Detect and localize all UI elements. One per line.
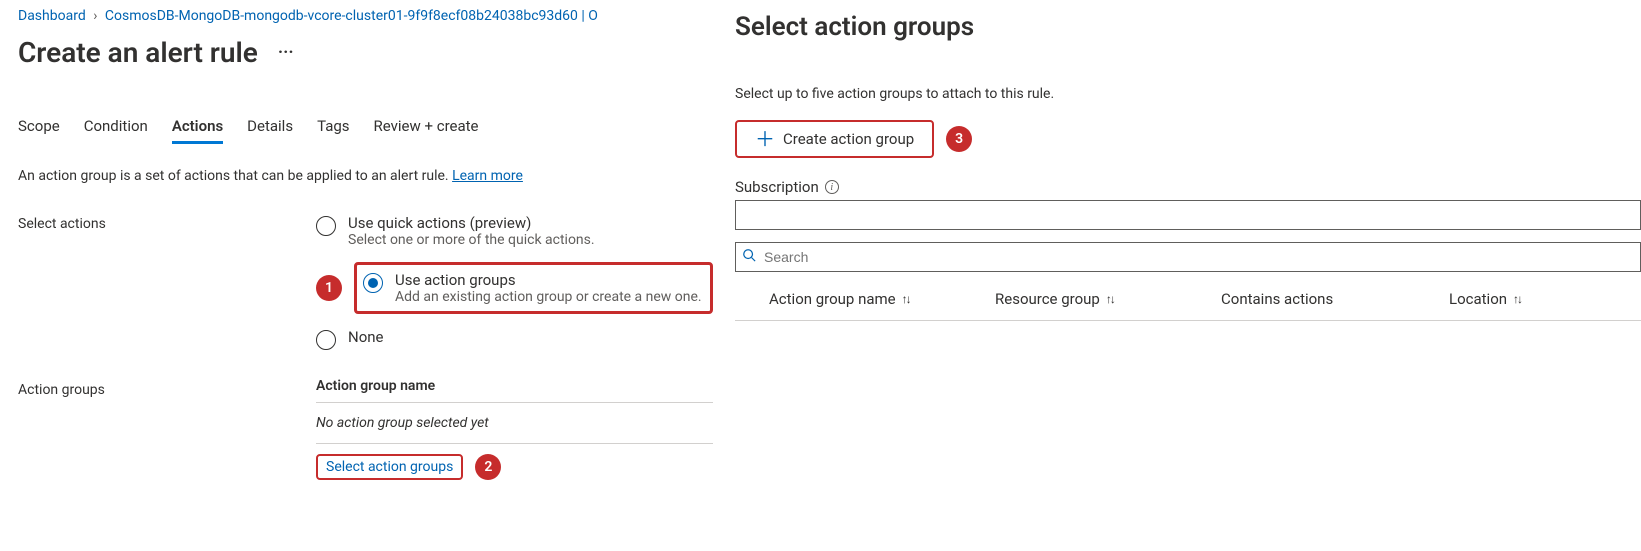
select-actions-label: Select actions <box>18 214 316 232</box>
radio-sub: Select one or more of the quick actions. <box>348 232 595 248</box>
subscription-dropdown[interactable] <box>735 200 1641 230</box>
radio-title: Use action groups <box>395 271 702 289</box>
action-groups-label: Action groups <box>18 378 316 480</box>
subscription-label: Subscription i <box>735 178 1641 196</box>
page-title-text: Create an alert rule <box>18 36 258 69</box>
tab-details[interactable]: Details <box>247 117 293 144</box>
action-group-name-header: Action group name <box>316 378 713 403</box>
col-contains-actions[interactable]: Contains actions <box>1221 290 1449 308</box>
radio-use-action-groups[interactable]: Use action groups Add an existing action… <box>363 271 702 305</box>
breadcrumb-dashboard[interactable]: Dashboard <box>18 8 86 24</box>
info-icon[interactable]: i <box>825 180 839 194</box>
radio-title: None <box>348 328 384 346</box>
search-box[interactable] <box>735 242 1641 272</box>
breadcrumb: Dashboard › CosmosDB-MongoDB-mongodb-vco… <box>18 8 713 24</box>
breadcrumb-separator: › <box>93 8 97 24</box>
subscription-input[interactable] <box>742 206 1634 224</box>
callout-badge-2: 2 <box>475 454 501 480</box>
actions-description: An action group is a set of actions that… <box>18 168 713 184</box>
search-icon <box>742 248 756 266</box>
page-title: Create an alert rule ··· <box>18 36 713 69</box>
radio-quick-actions[interactable]: Use quick actions (preview) Select one o… <box>316 214 713 248</box>
select-action-groups-link[interactable]: Select action groups <box>326 459 453 475</box>
action-group-empty-text: No action group selected yet <box>316 403 713 444</box>
plus-icon: ＋ <box>755 129 775 149</box>
radio-none[interactable]: None <box>316 328 713 350</box>
radio-sub: Add an existing action group or create a… <box>395 289 702 305</box>
col-label: Contains actions <box>1221 290 1333 308</box>
tab-review-create[interactable]: Review + create <box>374 117 479 144</box>
create-action-group-button[interactable]: ＋ Create action group <box>745 125 924 153</box>
learn-more-link[interactable]: Learn more <box>452 168 523 184</box>
tab-tags[interactable]: Tags <box>317 117 349 144</box>
create-action-group-label: Create action group <box>783 130 914 148</box>
action-groups-table-header: Action group name ↑↓ Resource group ↑↓ C… <box>735 272 1641 321</box>
panel-description: Select up to five action groups to attac… <box>735 86 1641 102</box>
sort-icon: ↑↓ <box>902 292 910 306</box>
col-resource-group[interactable]: Resource group ↑↓ <box>995 290 1221 308</box>
tabs: Scope Condition Actions Details Tags Rev… <box>18 117 713 144</box>
description-text: An action group is a set of actions that… <box>18 168 452 184</box>
more-menu-icon[interactable]: ··· <box>278 42 294 63</box>
col-label: Location <box>1449 290 1507 308</box>
col-location[interactable]: Location ↑↓ <box>1449 290 1569 308</box>
panel-title: Select action groups <box>735 12 1641 42</box>
tab-actions[interactable]: Actions <box>172 117 223 144</box>
subscription-label-text: Subscription <box>735 178 819 196</box>
tab-condition[interactable]: Condition <box>84 117 148 144</box>
callout-badge-3: 3 <box>946 126 972 152</box>
search-input[interactable] <box>762 248 1634 266</box>
sort-icon: ↑↓ <box>1106 292 1114 306</box>
sort-icon: ↑↓ <box>1513 292 1521 306</box>
breadcrumb-resource[interactable]: CosmosDB-MongoDB-mongodb-vcore-cluster01… <box>105 8 598 24</box>
radio-title: Use quick actions (preview) <box>348 214 595 232</box>
radio-icon[interactable] <box>363 273 383 293</box>
callout-badge-1: 1 <box>316 275 342 301</box>
col-label: Action group name <box>769 290 896 308</box>
radio-icon[interactable] <box>316 330 336 350</box>
col-action-group-name[interactable]: Action group name ↑↓ <box>769 290 995 308</box>
select-actions-radio-group: Use quick actions (preview) Select one o… <box>316 214 713 350</box>
col-label: Resource group <box>995 290 1100 308</box>
radio-icon[interactable] <box>316 216 336 236</box>
tab-scope[interactable]: Scope <box>18 117 60 144</box>
